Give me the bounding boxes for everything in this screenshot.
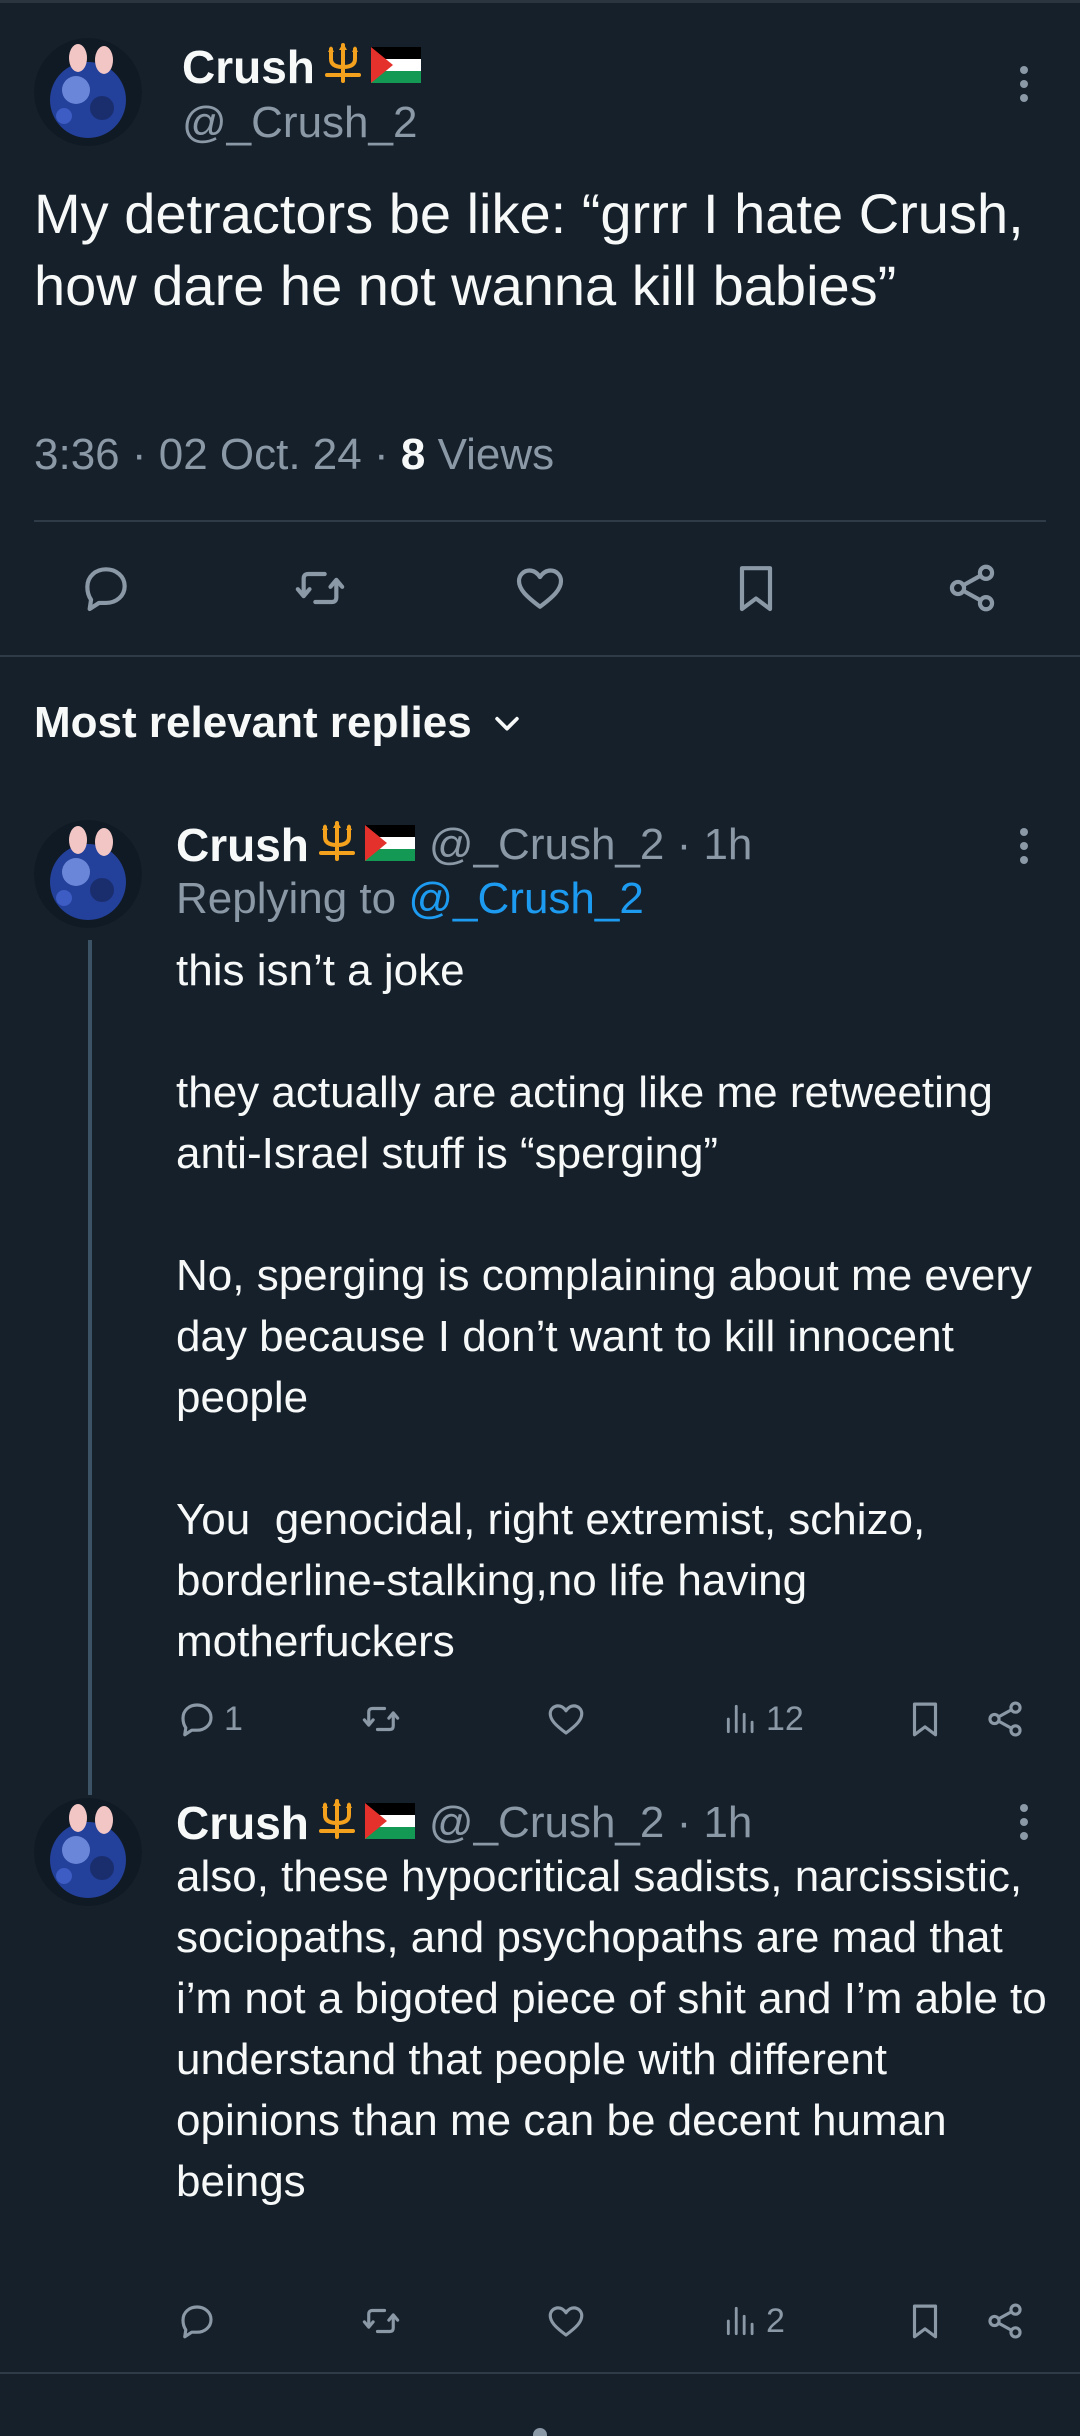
views-label: Views bbox=[437, 430, 555, 479]
retweet-icon bbox=[362, 1706, 400, 1732]
reply-author-meta[interactable]: @_Crush_2 · 1h bbox=[429, 820, 753, 870]
views-count: 8 bbox=[400, 430, 426, 479]
reply-header[interactable]: Crush @_Crush_2 · 1h bbox=[176, 1796, 752, 1850]
reply-author-meta[interactable]: @_Crush_2 · 1h bbox=[429, 1798, 753, 1848]
replying-handle-link[interactable]: @_Crush_2 bbox=[408, 874, 643, 923]
share-button[interactable] bbox=[944, 560, 1000, 616]
reply-button[interactable] bbox=[176, 2300, 218, 2342]
reply-icon bbox=[181, 2305, 213, 2339]
reply-count: 1 bbox=[224, 1699, 243, 1738]
views-button[interactable]: 2 bbox=[722, 2300, 785, 2342]
retweet-button[interactable] bbox=[360, 2300, 402, 2342]
palestine-flag-emoji bbox=[370, 40, 421, 94]
replying-to: Replying to @_Crush_2 bbox=[176, 874, 644, 924]
author-name-row[interactable]: Crush bbox=[182, 40, 421, 94]
like-icon bbox=[548, 1704, 584, 1735]
more-vertical-icon[interactable] bbox=[1012, 64, 1036, 104]
chevron-down-icon bbox=[494, 716, 519, 731]
views-icon bbox=[726, 1704, 754, 1734]
like-button[interactable] bbox=[545, 2300, 587, 2342]
share-button[interactable] bbox=[984, 2300, 1026, 2342]
replies-sort-button[interactable]: Most relevant replies bbox=[34, 698, 524, 748]
replies-section-title: Most relevant replies bbox=[34, 698, 472, 747]
post-time: 3:36 · 02 Oct. 24 · bbox=[34, 430, 389, 479]
reply-icon bbox=[85, 567, 127, 612]
share-icon bbox=[988, 2303, 1022, 2339]
reply-icon bbox=[181, 1703, 213, 1737]
reply-header[interactable]: Crush @_Crush_2 · 1h bbox=[176, 818, 752, 872]
author-name[interactable]: Crush bbox=[182, 40, 315, 94]
post-divider bbox=[0, 655, 1080, 657]
reply-author-name[interactable]: Crush bbox=[176, 1796, 309, 1850]
reply-avatar[interactable] bbox=[34, 1798, 142, 1906]
trident-emoji bbox=[323, 40, 363, 94]
thread-line bbox=[88, 940, 92, 1795]
reply-button[interactable]: 1 bbox=[176, 1698, 243, 1740]
post-meta: 3:36 · 02 Oct. 24 · 8 Views bbox=[34, 430, 554, 480]
scroll-indicator bbox=[533, 2428, 547, 2436]
views-icon bbox=[726, 2306, 754, 2336]
trident-emoji bbox=[317, 818, 357, 872]
share-button[interactable] bbox=[984, 1698, 1026, 1740]
share-icon bbox=[988, 1701, 1022, 1737]
like-button[interactable] bbox=[512, 560, 568, 616]
views-button[interactable]: 12 bbox=[722, 1698, 804, 1740]
reply-text: also, these hypocritical sadists, narcis… bbox=[176, 1852, 1059, 2206]
like-icon bbox=[516, 568, 564, 609]
retweet-icon bbox=[362, 2308, 400, 2334]
bookmark-button[interactable] bbox=[904, 2300, 946, 2342]
bookmark-icon bbox=[912, 2304, 938, 2339]
reply-button[interactable] bbox=[78, 560, 134, 616]
more-vertical-icon[interactable] bbox=[1012, 1802, 1036, 1842]
trident-emoji bbox=[317, 1796, 357, 1850]
top-divider bbox=[0, 0, 1080, 3]
post-text: My detractors be like: “grrr I hate Crus… bbox=[34, 182, 1040, 317]
palestine-flag-emoji bbox=[364, 818, 415, 872]
retweet-icon bbox=[295, 571, 345, 605]
bookmark-button[interactable] bbox=[728, 560, 784, 616]
replying-prefix: Replying to bbox=[176, 874, 397, 923]
palestine-flag-emoji bbox=[364, 1796, 415, 1850]
like-button[interactable] bbox=[545, 1698, 587, 1740]
author-handle[interactable]: @_Crush_2 bbox=[182, 98, 417, 148]
more-vertical-icon[interactable] bbox=[1012, 826, 1036, 866]
bookmark-button[interactable] bbox=[904, 1698, 946, 1740]
reply-divider bbox=[0, 2372, 1080, 2374]
bookmark-icon bbox=[739, 566, 773, 612]
reply-avatar[interactable] bbox=[34, 820, 142, 928]
share-icon bbox=[949, 564, 995, 612]
reply-author-name[interactable]: Crush bbox=[176, 818, 309, 872]
reply-text: this isn’t a joke they actually are acti… bbox=[176, 946, 1033, 1666]
meta-divider bbox=[34, 520, 1046, 522]
bookmark-icon bbox=[912, 1702, 938, 1737]
retweet-button[interactable] bbox=[360, 1698, 402, 1740]
retweet-button[interactable] bbox=[292, 560, 348, 616]
views-count: 12 bbox=[766, 1699, 804, 1738]
author-avatar[interactable] bbox=[34, 38, 142, 146]
like-icon bbox=[548, 2306, 584, 2337]
views-count: 2 bbox=[766, 2301, 785, 2340]
